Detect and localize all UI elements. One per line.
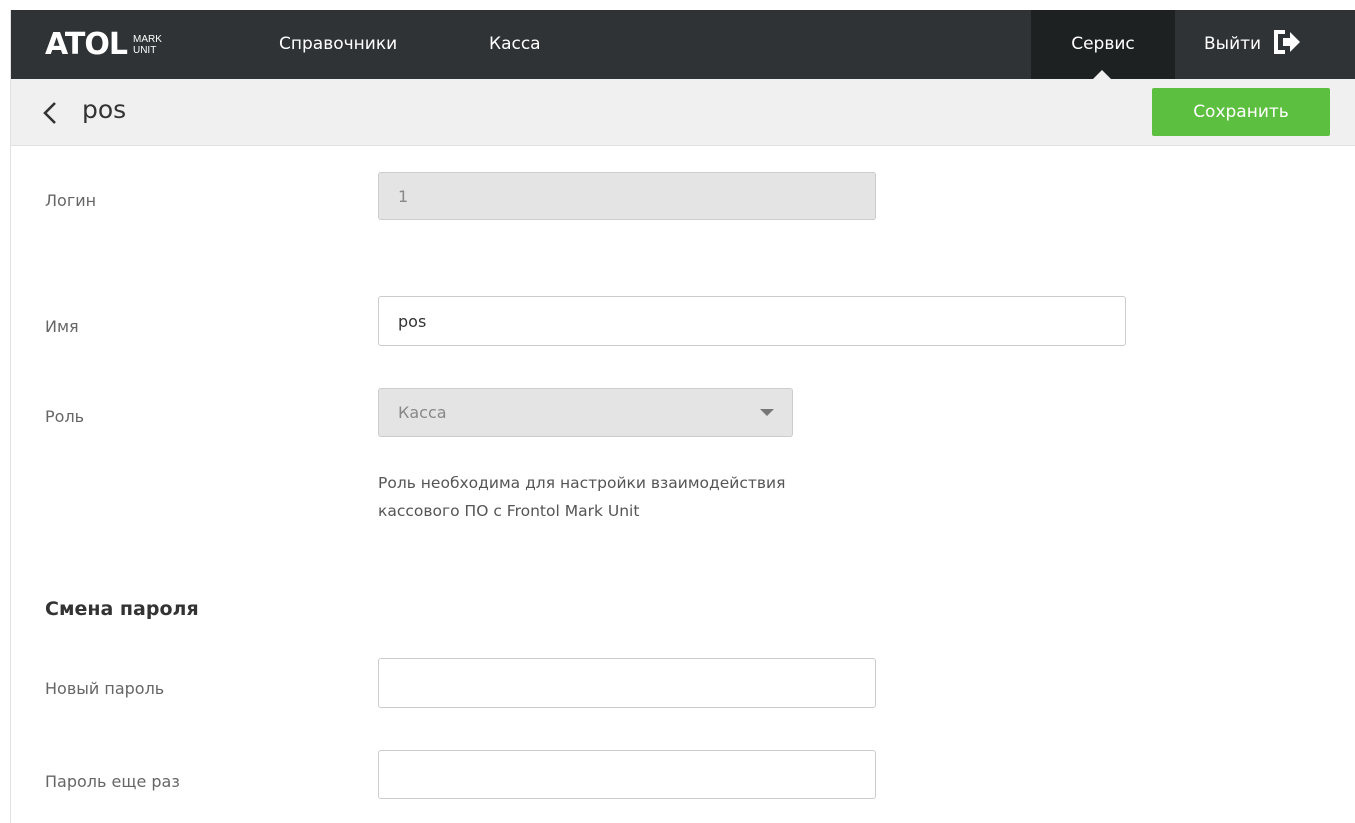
- top-navbar: ATOL MARK UNIT Справочники Касса Сервис …: [11, 10, 1355, 79]
- save-button[interactable]: Сохранить: [1152, 88, 1330, 136]
- logo-subtitle-bottom: UNIT: [132, 45, 157, 56]
- app-frame: ATOL MARK UNIT Справочники Касса Сервис …: [10, 10, 1355, 823]
- new-password-label: Новый пароль: [45, 679, 165, 698]
- logout-button[interactable]: Выйти: [1204, 10, 1301, 79]
- logo-subtitle: MARK UNIT: [133, 34, 162, 56]
- nav-service-label: Сервис: [1071, 34, 1135, 54]
- role-hint: Роль необходима для настройки взаимодейс…: [378, 469, 785, 525]
- role-hint-line-2: кассового ПО с Frontol Mark Unit: [378, 502, 640, 520]
- logout-icon: [1274, 29, 1301, 54]
- name-input[interactable]: pos: [378, 296, 1126, 346]
- repeat-password-label: Пароль еще раз: [45, 772, 180, 791]
- role-select[interactable]: Касса: [378, 388, 793, 437]
- page-title: pos: [82, 95, 127, 124]
- role-hint-line-1: Роль необходима для настройки взаимодейс…: [378, 474, 786, 492]
- nav-references[interactable]: Справочники: [279, 10, 397, 79]
- login-label: Логин: [45, 191, 97, 210]
- password-section-title: Смена пароля: [45, 598, 199, 620]
- nav-service[interactable]: Сервис: [1031, 10, 1175, 79]
- name-value: pos: [398, 311, 427, 331]
- nav-kassa[interactable]: Касса: [489, 10, 541, 79]
- atol-logo[interactable]: ATOL MARK UNIT: [45, 27, 162, 63]
- name-label: Имя: [45, 317, 79, 336]
- caret-down-icon: [760, 409, 774, 416]
- login-field: 1: [378, 172, 876, 220]
- logout-label: Выйти: [1204, 34, 1262, 54]
- page-header: pos Сохранить: [11, 79, 1355, 146]
- role-value: Касса: [398, 403, 447, 422]
- login-value: 1: [398, 186, 409, 206]
- repeat-password-input[interactable]: [378, 750, 876, 799]
- role-label: Роль: [45, 407, 85, 426]
- new-password-input[interactable]: [378, 658, 876, 708]
- logo-wordmark: ATOL: [45, 27, 128, 62]
- logo-subtitle-top: MARK: [132, 34, 162, 45]
- chevron-left-icon[interactable]: [41, 101, 59, 125]
